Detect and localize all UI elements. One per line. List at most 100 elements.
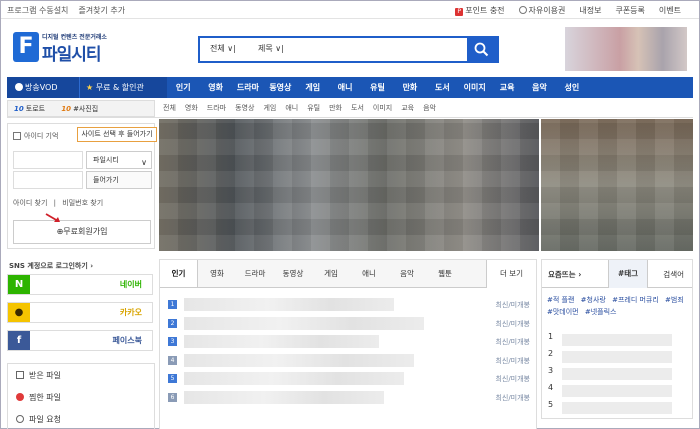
tag-link-photobook[interactable]: 10 #사진집 <box>47 105 98 113</box>
nav-item-music[interactable]: 음악 <box>523 77 555 98</box>
enter-button[interactable]: 들어가기 <box>86 171 152 189</box>
trend-rank-row[interactable]: 5 <box>548 400 686 417</box>
point-icon: P <box>455 8 464 16</box>
naver-login-button[interactable]: N 네이버 <box>7 274 153 295</box>
nav-item-comic[interactable]: 만화 <box>394 77 426 98</box>
manual-install-link[interactable]: 프로그램 수동설치 <box>7 5 68 16</box>
subcat-utility[interactable]: 유틸 <box>307 103 320 113</box>
find-id-link[interactable]: 아이디 찾기 <box>13 199 47 207</box>
nav-item-education[interactable]: 교육 <box>491 77 523 98</box>
subcat-book[interactable]: 도서 <box>351 103 364 113</box>
tab-video[interactable]: 동영상 <box>274 260 312 287</box>
trend-rank-row[interactable]: 1 <box>548 332 686 349</box>
search-button[interactable] <box>467 38 497 61</box>
tag-link[interactable]: #넷플릭스 <box>585 308 617 316</box>
ranking-row[interactable]: 3 최신/미개봉 <box>166 333 532 352</box>
nav-item-image[interactable]: 이미지 <box>459 77 491 98</box>
ranking-row[interactable]: 1 최신/미개봉 <box>166 296 532 315</box>
sub-category-row: 10 토로트 10 #사진집 전체 영화 드라마 동영상 게임 애니 유틸 만화 도… <box>7 100 693 118</box>
file-icon <box>16 371 24 379</box>
play-icon <box>15 83 23 91</box>
facebook-login-button[interactable]: f 페이스북 <box>7 330 153 351</box>
nav-item-anime[interactable]: 애니 <box>329 77 361 98</box>
tag-link[interactable]: #적 플랜 <box>547 296 574 304</box>
nav-item-video[interactable]: 동영상 <box>264 77 296 98</box>
facebook-icon: f <box>8 331 30 350</box>
nav-vod[interactable]: 방송VOD <box>7 77 79 98</box>
tab-movie[interactable]: 영화 <box>198 260 236 287</box>
free-signup-button[interactable]: ⊕무료회원가입 <box>13 220 151 244</box>
chevron-down-icon: ∨ <box>141 158 147 167</box>
tag-link-trot[interactable]: 10 토로트 <box>8 105 45 113</box>
kakao-icon: ● <box>8 303 30 322</box>
tag-link[interactable]: #맛데이먼 <box>547 308 579 316</box>
site-select[interactable]: 파일시티 ∨ <box>86 151 152 169</box>
trend-rank-row[interactable]: 3 <box>548 366 686 383</box>
trend-rank-row[interactable]: 4 <box>548 383 686 400</box>
top-utility-bar: 프로그램 수동설치 즐겨찾기 추가 P 포인트 충전 자유이용권 내정보 쿠폰등록… <box>1 1 699 19</box>
blurred-keyword <box>562 334 672 346</box>
add-favorite-link[interactable]: 즐겨찾기 추가 <box>78 5 125 16</box>
tag-link[interactable]: #청사랑 <box>581 296 606 304</box>
event-link[interactable]: 이벤트 <box>659 5 681 16</box>
subcat-education[interactable]: 교육 <box>401 103 414 113</box>
site-logo[interactable]: F 디지털 컨텐츠 전문거래소 파일시티 <box>13 32 113 66</box>
login-panel: 아이디 기억 사이트 선택 후 들어가기 파일시티 ∨ 들어가기 아이디 찾기 |… <box>7 123 157 249</box>
search-input[interactable] <box>300 43 460 57</box>
subcat-anime[interactable]: 애니 <box>285 103 298 113</box>
id-field[interactable] <box>13 151 83 169</box>
nav-free-discount[interactable]: ★ 무료 & 할인관 <box>79 77 167 98</box>
password-field[interactable] <box>13 171 83 189</box>
subcat-comic[interactable]: 만화 <box>329 103 342 113</box>
tag-link[interactable]: #프레디 머큐리 <box>612 296 659 304</box>
nav-item-movie[interactable]: 영화 <box>199 77 231 98</box>
kakao-login-button[interactable]: ● 카카오 <box>7 302 153 323</box>
tag-link[interactable]: #범죄 <box>665 296 684 304</box>
nav-item-utility[interactable]: 유틸 <box>361 77 393 98</box>
ranking-row[interactable]: 6 최신/미개봉 <box>166 389 532 408</box>
nav-item-drama[interactable]: 드라마 <box>232 77 264 98</box>
ranking-row[interactable]: 5 최신/미개봉 <box>166 370 532 389</box>
tab-drama[interactable]: 드라마 <box>236 260 274 287</box>
tab-search-keyword[interactable]: 검색어 <box>663 269 684 280</box>
subcat-video[interactable]: 동영상 <box>235 103 254 113</box>
more-button[interactable]: 더 보기 <box>486 260 536 288</box>
coupon-link[interactable]: 쿠폰등록 <box>615 5 644 16</box>
nav-item-adult[interactable]: 성인 <box>556 77 588 98</box>
tab-popular[interactable]: 인기 <box>160 260 198 287</box>
free-pass-link[interactable]: 자유이용권 <box>518 5 565 16</box>
heart-icon <box>16 393 24 401</box>
nav-item-popular[interactable]: 인기 <box>167 77 199 98</box>
ranking-row[interactable]: 4 최신/미개봉 <box>166 352 532 371</box>
my-info-link[interactable]: 내정보 <box>579 5 601 16</box>
subcat-music[interactable]: 음악 <box>423 103 436 113</box>
subcat-image[interactable]: 이미지 <box>373 103 392 113</box>
tab-music[interactable]: 음악 <box>388 260 426 287</box>
point-charge-link[interactable]: P 포인트 충전 <box>455 5 505 16</box>
blurred-keyword <box>562 368 672 380</box>
subcat-movie[interactable]: 영화 <box>185 103 198 113</box>
search-field-select[interactable]: 제목 ∨| <box>258 43 284 54</box>
top-ad-banner[interactable] <box>565 27 687 71</box>
tab-webtoon[interactable]: 웹툰 <box>426 260 464 287</box>
subcat-game[interactable]: 게임 <box>263 103 276 113</box>
nav-item-book[interactable]: 도서 <box>426 77 458 98</box>
tab-anime[interactable]: 애니 <box>350 260 388 287</box>
received-files-link[interactable]: 받은 파일 <box>16 370 61 381</box>
trend-rank-row[interactable]: 2 <box>548 349 686 366</box>
tab-tag[interactable]: #태그 <box>608 260 648 288</box>
sns-login-panel: SNS 계정으로 로그인하기 › N 네이버 ● 카카오 f 페이스북 <box>7 259 155 355</box>
side-banner[interactable] <box>541 119 693 251</box>
subcat-drama[interactable]: 드라마 <box>207 103 226 113</box>
find-password-link[interactable]: 비밀번호 찾기 <box>62 199 103 207</box>
tab-game[interactable]: 게임 <box>312 260 350 287</box>
remember-id-checkbox[interactable] <box>13 132 21 140</box>
file-request-link[interactable]: 파일 요청 <box>16 414 61 425</box>
wishlist-files-link[interactable]: 찜한 파일 <box>16 392 61 403</box>
ranking-row[interactable]: 2 최신/미개봉 <box>166 315 532 334</box>
subcat-all[interactable]: 전체 <box>163 103 176 113</box>
nav-item-game[interactable]: 게임 <box>297 77 329 98</box>
search-scope-select[interactable]: 전체 ∨| <box>210 43 236 54</box>
logo-name: 파일시티 <box>42 45 102 65</box>
main-banner[interactable] <box>159 119 539 251</box>
